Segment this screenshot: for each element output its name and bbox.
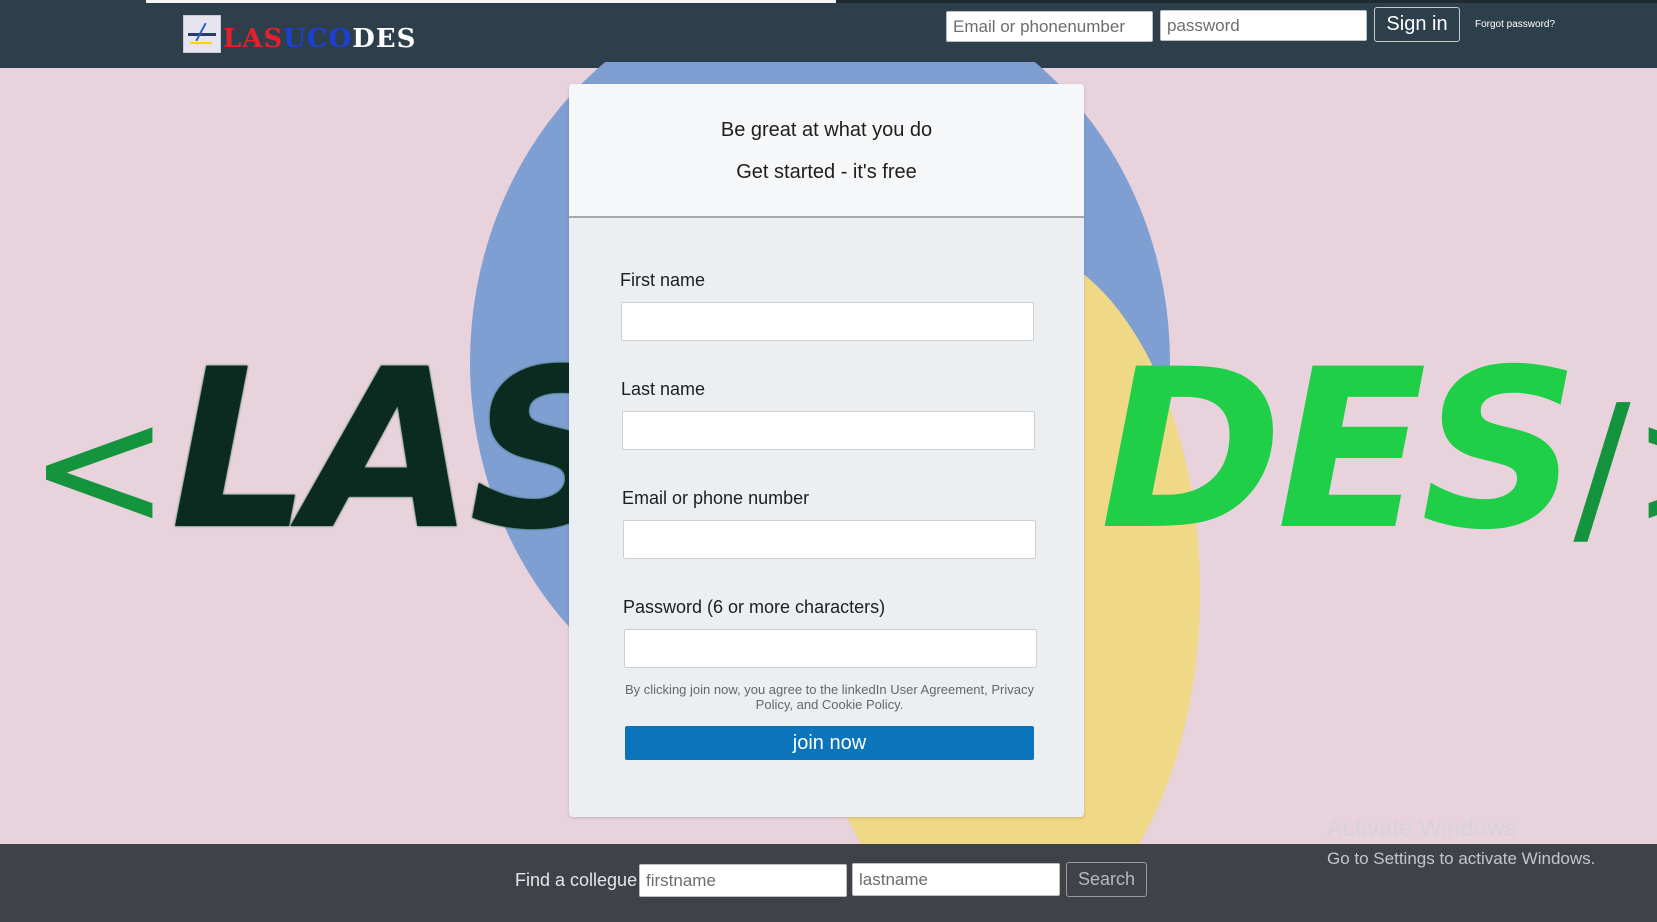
hero-logo-open-bracket: < xyxy=(28,369,171,567)
signup-headline: Be great at what you do xyxy=(720,119,933,141)
hero-logo-left: <LAS xyxy=(28,330,627,588)
email-phone-label: Email or phone number xyxy=(622,488,810,508)
brand-name: LASUCODES xyxy=(223,24,416,54)
activate-windows-subtitle: Go to Settings to activate Windows. xyxy=(1327,849,1596,868)
find-colleague-label: Find a collegue xyxy=(515,870,638,890)
search-button[interactable]: Search xyxy=(1066,862,1147,897)
signup-subheadline: Get started - it's free xyxy=(736,161,917,183)
last-name-label: Last name xyxy=(621,379,706,399)
login-password-input[interactable] xyxy=(1160,10,1367,41)
first-name-input[interactable] xyxy=(621,302,1034,341)
login-email-input[interactable] xyxy=(946,11,1153,42)
browser-strip xyxy=(146,0,836,3)
brand-logo-image xyxy=(183,15,221,53)
first-name-label: First name xyxy=(620,270,706,290)
join-now-button[interactable]: join now xyxy=(625,726,1034,760)
password-label: Password (6 or more characters) xyxy=(623,597,886,617)
hero-logo-text-right: DES xyxy=(1100,322,1579,578)
brand-logo[interactable]: LASUCODES xyxy=(183,14,416,54)
email-phone-input[interactable] xyxy=(623,520,1036,559)
find-lastname-input[interactable] xyxy=(852,863,1060,896)
hero-logo-slash: / xyxy=(1573,369,1631,567)
terms-text: By clicking join now, you agree to the l… xyxy=(625,682,1034,712)
browser-strip-dark xyxy=(836,0,1657,3)
hero-logo-right: DES/> xyxy=(1100,330,1657,588)
hero-logo-text-left: LAS xyxy=(170,322,627,578)
signup-card-header: Be great at what you do Get started - it… xyxy=(569,84,1084,218)
signup-card: Be great at what you do Get started - it… xyxy=(569,84,1084,817)
hero-logo-close-bracket: > xyxy=(1631,369,1657,567)
password-input[interactable] xyxy=(624,629,1037,668)
activate-windows-watermark: Activate Windows Go to Settings to activ… xyxy=(1327,815,1595,869)
last-name-input[interactable] xyxy=(622,411,1035,450)
brand-name-part3: DES xyxy=(352,24,417,54)
forgot-password-link[interactable]: Forgot password? xyxy=(1475,19,1555,30)
activate-windows-title: Activate Windows xyxy=(1327,815,1517,842)
brand-name-part1: LAS xyxy=(223,24,284,54)
find-firstname-input[interactable] xyxy=(639,864,847,897)
sign-in-button[interactable]: Sign in xyxy=(1374,7,1460,42)
brand-name-part2: UCO xyxy=(283,24,353,54)
top-navbar: LASUCODES Sign in Forgot password? xyxy=(0,0,1657,68)
